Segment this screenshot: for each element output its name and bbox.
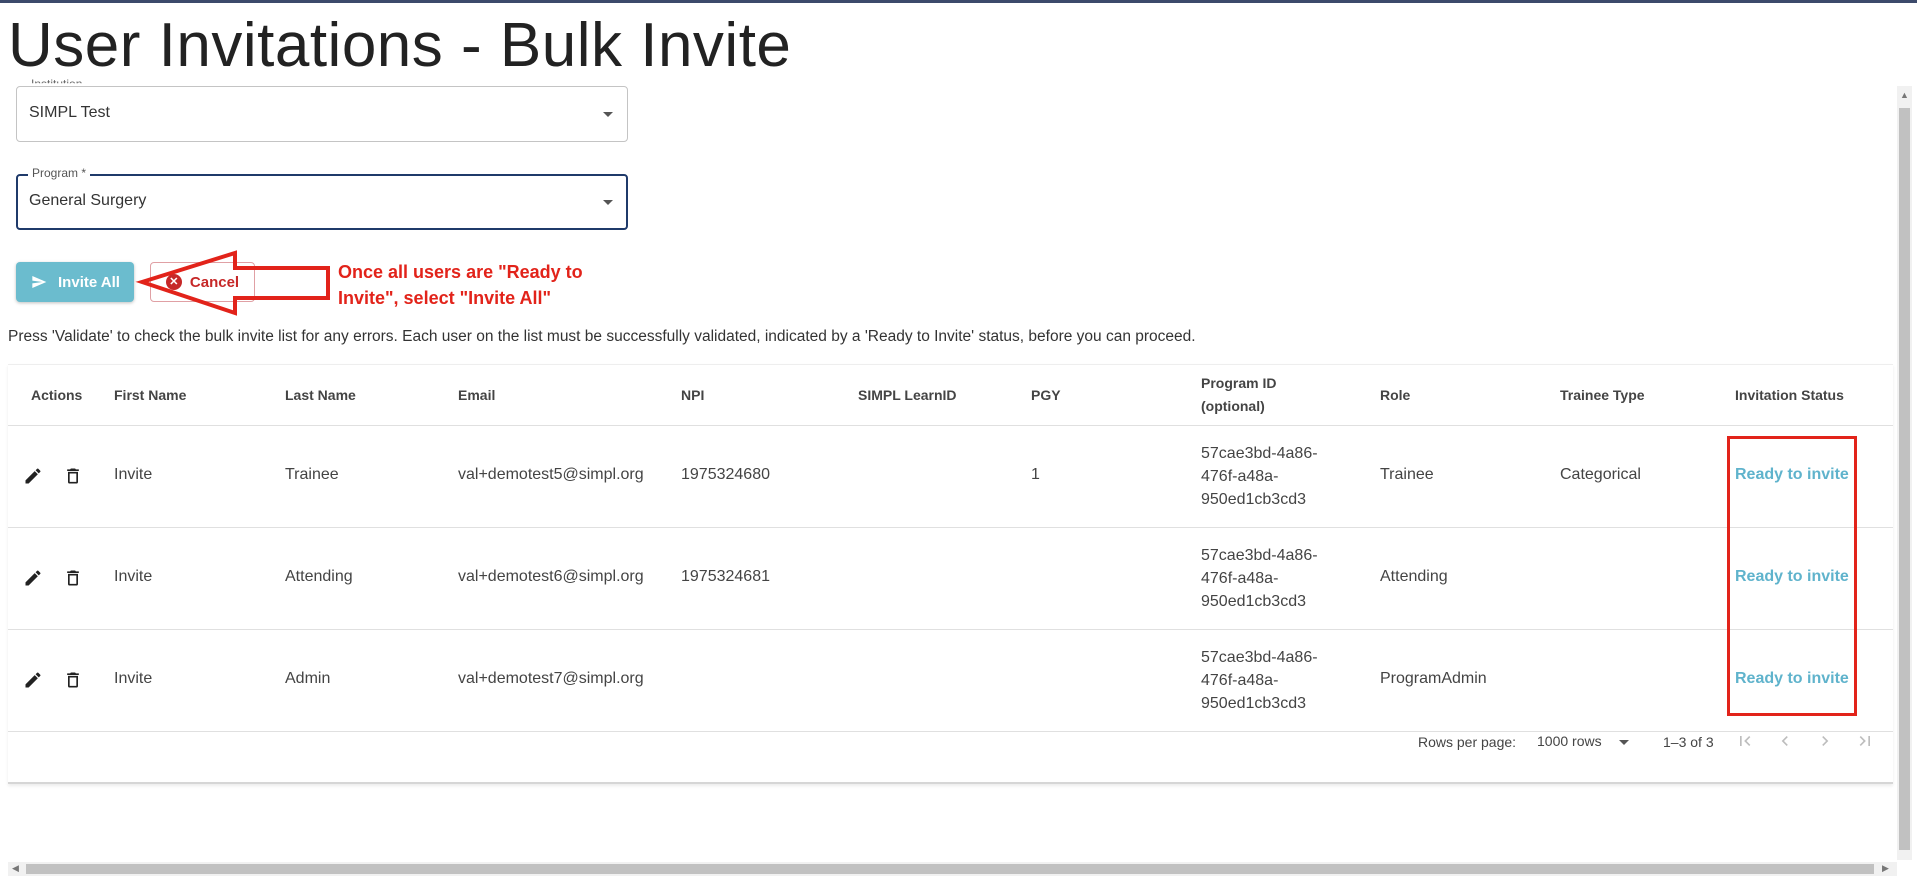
program-id-line: 57cae3bd-4a86- <box>1201 547 1318 564</box>
col-program-id-line1: Program ID <box>1201 375 1277 391</box>
rows-per-page-value: 1000 rows <box>1537 733 1602 749</box>
last-name-cell: Trainee <box>285 466 339 483</box>
col-last-name[interactable]: Last Name <box>285 387 356 403</box>
horizontal-scroll-thumb[interactable] <box>26 864 1874 874</box>
table-row: Invite Trainee val+demotest5@simpl.org 1… <box>8 426 1893 528</box>
npi-cell: 1975324680 <box>681 466 770 483</box>
chevron-right-icon[interactable] <box>1815 731 1835 751</box>
first-name-cell: Invite <box>114 466 153 483</box>
col-first-name[interactable]: First Name <box>114 387 186 403</box>
program-id-cell: 57cae3bd-4a86- 476f-a48a- 950ed1cb3cd3 <box>1201 646 1318 715</box>
invite-all-label: Invite All <box>58 273 120 291</box>
table-row: Invite Attending val+demotest6@simpl.org… <box>8 528 1893 630</box>
first-name-cell: Invite <box>114 670 153 687</box>
trash-icon[interactable] <box>63 568 83 588</box>
program-id-line: 57cae3bd-4a86- <box>1201 445 1318 462</box>
chevron-down-icon <box>1619 740 1629 745</box>
program-id-cell: 57cae3bd-4a86- 476f-a48a- 950ed1cb3cd3 <box>1201 442 1318 511</box>
role-cell: ProgramAdmin <box>1380 670 1487 687</box>
send-icon <box>32 276 47 288</box>
program-label: Program * <box>28 166 91 180</box>
institution-select[interactable]: Institution SIMPL Test <box>16 77 628 142</box>
validation-hint: Press 'Validate' to check the bulk invit… <box>8 328 1196 345</box>
program-id-line: 950ed1cb3cd3 <box>1201 695 1306 712</box>
program-id-line: 476f-a48a- <box>1201 672 1279 689</box>
first-name-cell: Invite <box>114 568 153 585</box>
institution-value: SIMPL Test <box>29 104 110 121</box>
page-title: User Invitations - Bulk Invite <box>8 11 792 80</box>
email-cell: val+demotest5@simpl.org <box>458 466 644 483</box>
npi-cell: 1975324681 <box>681 568 770 585</box>
annotation-arrow <box>135 250 330 316</box>
horizontal-scrollbar[interactable]: ◀ ▶ <box>8 862 1897 876</box>
chevron-left-icon[interactable] <box>1775 731 1795 751</box>
pencil-icon[interactable] <box>23 466 43 486</box>
table-header: Actions First Name Last Name Email NPI S… <box>8 364 1893 426</box>
last-name-cell: Attending <box>285 568 353 585</box>
status-highlight-box <box>1727 436 1857 716</box>
pencil-icon[interactable] <box>23 568 43 588</box>
page-range: 1–3 of 3 <box>1663 734 1714 750</box>
rows-per-page-label: Rows per page: <box>1418 734 1517 750</box>
program-id-line: 476f-a48a- <box>1201 468 1279 485</box>
scroll-left-icon[interactable]: ◀ <box>12 863 19 874</box>
trash-icon[interactable] <box>63 466 83 486</box>
last-name-cell: Admin <box>285 670 331 687</box>
chevron-down-icon[interactable] <box>603 112 613 117</box>
last-page-icon[interactable] <box>1855 731 1875 751</box>
invite-table: Actions First Name Last Name Email NPI S… <box>8 364 1893 784</box>
program-select[interactable]: Program * General Surgery <box>16 166 628 230</box>
program-id-line: 476f-a48a- <box>1201 570 1279 587</box>
table-pagination: Rows per page: 1000 rows 1–3 of 3 <box>8 714 1893 768</box>
scroll-right-icon[interactable]: ▶ <box>1882 863 1889 874</box>
col-pgy[interactable]: PGY <box>1031 387 1061 403</box>
col-npi[interactable]: NPI <box>681 387 704 403</box>
col-program-id-line2: (optional) <box>1201 398 1265 414</box>
rows-per-page-select[interactable]: 1000 rows <box>1535 728 1635 756</box>
scroll-up-icon[interactable]: ▲ <box>1900 90 1909 100</box>
col-trainee-type[interactable]: Trainee Type <box>1560 387 1645 403</box>
email-cell: val+demotest7@simpl.org <box>458 670 644 687</box>
program-id-line: 950ed1cb3cd3 <box>1201 593 1306 610</box>
trash-icon[interactable] <box>63 670 83 690</box>
col-role[interactable]: Role <box>1380 387 1410 403</box>
program-id-line: 57cae3bd-4a86- <box>1201 649 1318 666</box>
program-value: General Surgery <box>29 192 147 209</box>
program-id-cell: 57cae3bd-4a86- 476f-a48a- 950ed1cb3cd3 <box>1201 544 1318 613</box>
program-id-line: 950ed1cb3cd3 <box>1201 491 1306 508</box>
annotation-text: Once all users are "Ready to Invite", se… <box>338 262 583 308</box>
email-cell: val+demotest6@simpl.org <box>458 568 644 585</box>
role-cell: Trainee <box>1380 466 1434 483</box>
institution-label: Institution <box>27 77 87 84</box>
vertical-scrollbar[interactable]: ▲ <box>1897 86 1912 860</box>
pencil-icon[interactable] <box>23 670 43 690</box>
role-cell: Attending <box>1380 568 1448 585</box>
col-program-id[interactable]: Program ID (optional) <box>1201 372 1276 418</box>
col-actions: Actions <box>31 387 83 403</box>
col-simpl-learnid[interactable]: SIMPL LearnID <box>858 387 957 403</box>
chevron-down-icon[interactable] <box>603 200 613 205</box>
trainee-type-cell: Categorical <box>1560 466 1641 483</box>
first-page-icon[interactable] <box>1735 731 1755 751</box>
col-invitation-status[interactable]: Invitation Status <box>1735 387 1844 403</box>
vertical-scroll-thumb[interactable] <box>1899 108 1910 850</box>
top-app-strip <box>0 0 1917 3</box>
col-email[interactable]: Email <box>458 387 495 403</box>
pgy-cell: 1 <box>1031 466 1040 483</box>
invite-all-button[interactable]: Invite All <box>16 262 134 302</box>
